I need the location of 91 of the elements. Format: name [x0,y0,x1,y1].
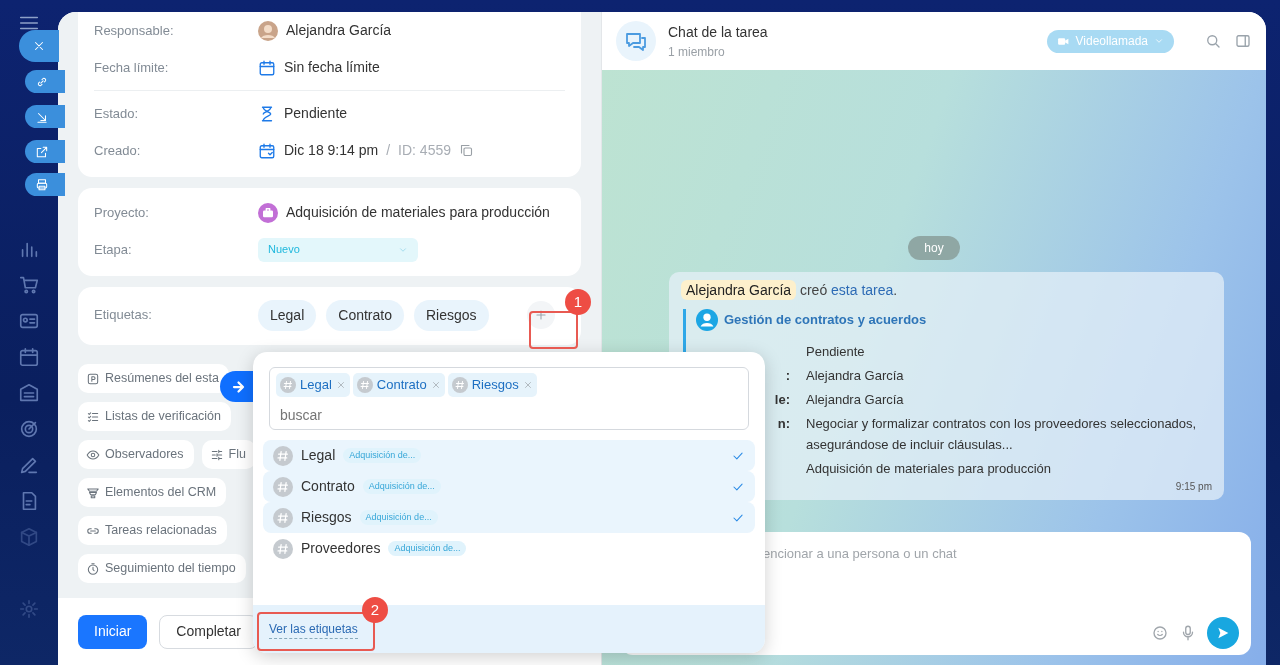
hash-icon [451,376,468,393]
author-name[interactable]: Alejandra García [681,280,797,300]
hash-icon [273,476,293,497]
field-label: Etiquetas: [94,306,153,325]
person-link[interactable]: Alejandra García [286,20,392,41]
section-button[interactable]: Observadores [78,440,194,469]
copy-icon[interactable] [459,143,474,158]
field-value: Sin fecha límite [284,58,380,77]
row-value: Alejandra García [806,391,904,409]
view-tags-link[interactable]: Ver las etiquetas [269,619,358,639]
hash-icon [356,376,373,393]
section-button[interactable]: Listas de verificación [78,402,232,431]
checklist-icon [86,409,100,424]
message-time: 9:15 pm [1175,480,1212,494]
smiley-icon[interactable] [1151,624,1169,642]
hash-icon [273,538,293,559]
summary-icon [86,371,100,386]
task-id: ID: 4559 [398,141,451,160]
tag-search-field[interactable]: Legal Contrato Riesgos buscar [269,367,749,430]
stopwatch-icon [86,561,100,576]
task-title[interactable]: Gestión de contratos y acuerdos [724,310,927,330]
row-value: Adquisición de materiales para producción [806,460,1051,478]
tag-chip[interactable]: Contrato [326,299,404,331]
printer-icon [35,177,49,192]
field-label: Etapa: [94,240,133,259]
tag-chip[interactable]: Contrato [352,373,445,397]
action-button[interactable] [25,140,65,163]
tag-chip[interactable]: Riesgos [413,299,489,331]
chat-icon [616,21,656,61]
date-label: hoy [908,236,960,260]
tag-chip[interactable]: Legal [276,373,350,397]
row-value: Negociar y formalizar contratos con los proveedores seleccionados, asegurándose de incluir cláusulas... [806,415,1198,454]
section-button[interactable]: Resúmenes del esta [78,364,229,393]
target-icon[interactable] [18,418,40,440]
hash-icon [273,445,293,466]
chat-title: Chat de la tarea [668,22,768,42]
message-text: creó esta tarea. [799,282,898,298]
sliders-icon [209,447,224,462]
section-button[interactable]: Elementos del CRM [78,478,227,507]
action-button[interactable] [25,70,65,93]
row-label: le: [773,391,791,409]
external-link-icon [35,144,49,159]
project-badge: Adquisición de... [359,509,438,526]
field-label: Creado: [94,141,142,160]
tag-option[interactable]: Contrato Adquisición de... [263,471,755,502]
action-button[interactable] [25,173,65,196]
project-badge: Adquisición de... [343,447,422,464]
section-button[interactable]: Tareas relacionadas [78,516,227,545]
tag-option[interactable]: Legal Adquisición de... [263,440,755,471]
field-value: Dic 18 9:14 pm [284,141,379,160]
eye-icon [86,447,100,462]
user-icon [696,309,718,331]
field-label: Fecha límite: [94,58,170,77]
plus-icon [534,308,548,322]
separator-text: / [386,141,391,160]
search-icon[interactable] [1204,32,1222,50]
avatar [258,20,278,41]
hash-icon [273,507,293,528]
start-button[interactable]: Iniciar [78,614,148,649]
field-label: Proyecto: [94,203,150,222]
tag-chip[interactable]: Riesgos [447,373,537,397]
close-icon [32,39,46,53]
row-label: n: [776,415,791,433]
field-label: Estado: [94,104,140,123]
chevron-icon [1154,36,1164,46]
send-button[interactable] [1207,617,1239,649]
row-value: Alejandra García [806,367,904,385]
calendar-icon [258,141,276,160]
close-button[interactable] [19,30,59,62]
section-button[interactable]: Flu [201,440,256,469]
add-tag-button[interactable] [527,301,555,329]
section-button[interactable]: Seguimiento del tiempo [78,554,246,583]
calendar-icon [258,58,276,77]
member-count: 1 miembro [668,43,726,61]
project-badge: Adquisición de... [388,540,467,557]
tag-chip[interactable]: Legal [258,299,317,331]
tag-option[interactable]: Riesgos Adquisición de... [263,502,755,533]
row-label: : [784,367,791,385]
field-value: Pendiente [284,104,348,123]
action-button[interactable] [25,105,65,128]
funnel-icon [86,485,100,500]
field-label: Responsable: [94,21,175,40]
cart-icon[interactable] [18,274,40,296]
hash-icon [280,376,296,393]
calendar-icon[interactable] [18,346,40,368]
briefcase-icon [258,202,278,223]
building-icon[interactable] [18,382,40,404]
project-badge: Adquisición de... [362,478,441,495]
row-value: Pendiente [806,343,865,361]
project-link[interactable]: Adquisición de materiales para producción [286,202,550,223]
panel-icon[interactable] [1234,32,1252,50]
